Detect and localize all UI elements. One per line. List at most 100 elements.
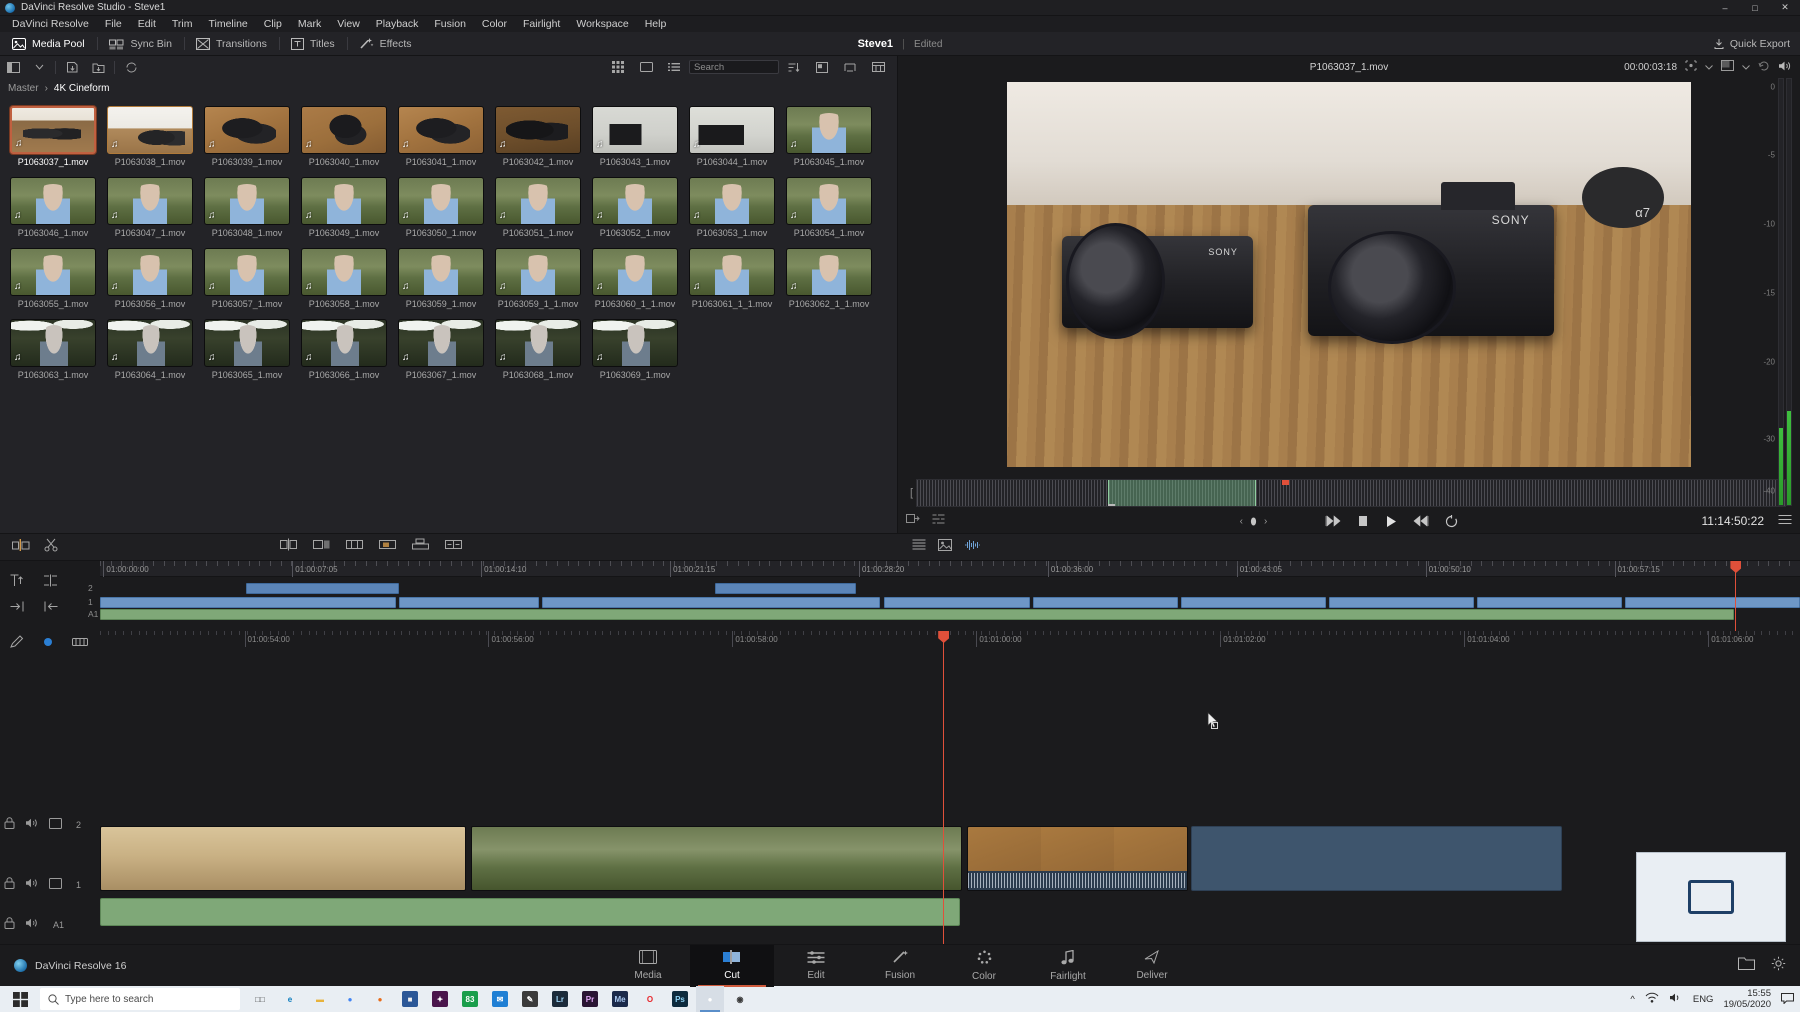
media-pool-clip[interactable]: ♫P1063066_1.mov bbox=[301, 319, 387, 380]
taskbar-obs-icon[interactable]: ◉ bbox=[726, 986, 754, 1012]
overview-clip-v1[interactable] bbox=[1181, 597, 1326, 608]
waveform-selection[interactable] bbox=[1108, 480, 1256, 506]
media-pool-clip[interactable]: ♫P1063067_1.mov bbox=[398, 319, 484, 380]
prev-icon[interactable] bbox=[1325, 515, 1341, 527]
menu-item-playback[interactable]: Playback bbox=[368, 16, 427, 32]
timeline-overview-strip[interactable]: 01:00:00:0001:00:07:0501:00:14:1001:00:2… bbox=[100, 561, 1800, 631]
clip-thumbnail[interactable]: ♫ bbox=[592, 319, 678, 367]
language-indicator[interactable]: ENG bbox=[1693, 994, 1714, 1005]
media-pool-clip[interactable]: ♫P1063053_1.mov bbox=[689, 177, 775, 238]
timeline-empty-clip[interactable] bbox=[1191, 826, 1562, 891]
overview-clip-v1[interactable] bbox=[1477, 597, 1622, 608]
clip-thumbnail[interactable]: ♫ bbox=[204, 248, 290, 296]
overview-playhead[interactable] bbox=[1735, 561, 1736, 631]
viewer-mode-icon[interactable] bbox=[1721, 60, 1734, 74]
taskbar-opera-icon[interactable]: O bbox=[636, 986, 664, 1012]
play-icon[interactable] bbox=[1385, 515, 1397, 528]
loop-icon[interactable] bbox=[1445, 515, 1458, 528]
breadcrumb-item-master[interactable]: Master bbox=[8, 83, 39, 94]
clip-thumbnail[interactable]: ♫ bbox=[204, 106, 290, 154]
page-tab-fusion[interactable]: Fusion bbox=[858, 945, 942, 987]
menu-item-file[interactable]: File bbox=[97, 16, 130, 32]
timeline-audio-clip[interactable] bbox=[100, 898, 960, 926]
network-icon[interactable] bbox=[1645, 992, 1659, 1006]
smart-insert-icon[interactable] bbox=[12, 538, 30, 557]
media-pool-clip[interactable]: ♫P1063062_1_1.mov bbox=[786, 248, 872, 309]
place-on-top-button[interactable] bbox=[412, 538, 429, 556]
notification-icon[interactable] bbox=[1781, 992, 1794, 1007]
track-video-icon[interactable] bbox=[49, 876, 62, 894]
track-audio-icon[interactable] bbox=[25, 876, 39, 894]
toolbar-titles-button[interactable]: Titles bbox=[279, 32, 347, 55]
clip-thumbnail[interactable]: ♫ bbox=[10, 319, 96, 367]
timeline-clip[interactable] bbox=[471, 826, 962, 891]
menu-item-fairlight[interactable]: Fairlight bbox=[515, 16, 568, 32]
maximize-button[interactable]: □ bbox=[1740, 0, 1770, 15]
refresh-icon[interactable] bbox=[1758, 60, 1770, 75]
taskbar-notes-icon[interactable]: ■ bbox=[396, 986, 424, 1012]
taskbar-counter-icon[interactable]: 83 bbox=[456, 986, 484, 1012]
next-icon[interactable] bbox=[1413, 515, 1429, 527]
media-pool-clip[interactable]: ♫P1063064_1.mov bbox=[107, 319, 193, 380]
timeline-clip[interactable] bbox=[967, 826, 1188, 891]
page-tab-color[interactable]: Color bbox=[942, 945, 1026, 987]
taskbar-mail-icon[interactable]: ✉ bbox=[486, 986, 514, 1012]
track-audio-icon[interactable] bbox=[25, 816, 39, 834]
clip-thumbnail[interactable]: ♫ bbox=[495, 106, 581, 154]
timeline-snapping-icon[interactable] bbox=[72, 635, 88, 653]
taskbar-media-encoder-icon[interactable]: Me bbox=[606, 986, 634, 1012]
track-lock-icon[interactable] bbox=[4, 816, 15, 834]
menu-item-help[interactable]: Help bbox=[637, 16, 675, 32]
marker-flag-icon[interactable] bbox=[42, 635, 54, 653]
thumbnail-toggle-icon[interactable] bbox=[938, 538, 952, 556]
stop-icon[interactable] bbox=[1357, 515, 1369, 527]
clip-thumbnail[interactable]: ♫ bbox=[301, 248, 387, 296]
media-pool-clip[interactable]: ♫P1063050_1.mov bbox=[398, 177, 484, 238]
menu-item-clip[interactable]: Clip bbox=[256, 16, 290, 32]
overview-clip-a1[interactable] bbox=[100, 609, 1734, 620]
trim-out-icon[interactable] bbox=[43, 600, 58, 618]
clip-thumbnail[interactable]: ♫ bbox=[398, 248, 484, 296]
track-lock-icon[interactable] bbox=[4, 876, 15, 894]
close-up-button[interactable] bbox=[379, 538, 396, 556]
source-overwrite-button[interactable] bbox=[445, 538, 462, 556]
menu-item-view[interactable]: View bbox=[329, 16, 368, 32]
taskbar-premiere-icon[interactable]: Pr bbox=[576, 986, 604, 1012]
media-pool-clip[interactable]: ♫P1063048_1.mov bbox=[204, 177, 290, 238]
floating-preview-window[interactable] bbox=[1636, 852, 1786, 942]
volume-icon[interactable] bbox=[1778, 60, 1792, 75]
overview-clip-v1[interactable] bbox=[884, 597, 1030, 608]
breadcrumb-item-4k-cineform[interactable]: 4K Cineform bbox=[54, 83, 110, 94]
overview-clip-v2[interactable] bbox=[246, 583, 399, 594]
search-input[interactable]: Search bbox=[689, 60, 779, 74]
media-pool-clip[interactable]: ♫P1063065_1.mov bbox=[204, 319, 290, 380]
toolbar-sync-bin-button[interactable]: Sync Bin bbox=[97, 32, 184, 55]
clip-thumbnail[interactable]: ♫ bbox=[398, 319, 484, 367]
overview-clip-v1[interactable] bbox=[1329, 597, 1474, 608]
track-lock-icon[interactable] bbox=[4, 916, 15, 934]
media-pool-clip[interactable]: ♫P1063060_1_1.mov bbox=[592, 248, 678, 309]
clip-thumbnail[interactable]: ♫ bbox=[495, 177, 581, 225]
sort-icon[interactable] bbox=[781, 56, 807, 78]
timeline-view-toggle-icon[interactable] bbox=[912, 538, 926, 556]
media-pool-clip[interactable]: ♫P1063037_1.mov bbox=[10, 106, 96, 167]
options-menu-icon[interactable] bbox=[1778, 512, 1792, 530]
page-tab-media[interactable]: Media bbox=[606, 945, 690, 987]
media-pool-clip[interactable]: ♫P1063041_1.mov bbox=[398, 106, 484, 167]
marker-pen-icon[interactable] bbox=[10, 635, 24, 653]
taskbar-clock[interactable]: 15:55 19/05/2020 bbox=[1723, 988, 1771, 1010]
taskbar-lightroom-icon[interactable]: Lr bbox=[546, 986, 574, 1012]
sync-clips-icon[interactable] bbox=[118, 56, 144, 78]
taskbar-pen-icon[interactable]: ✎ bbox=[516, 986, 544, 1012]
timeline-detail-playhead[interactable] bbox=[943, 631, 944, 944]
clip-thumbnail[interactable]: ♫ bbox=[107, 106, 193, 154]
split-clip-icon[interactable] bbox=[43, 574, 58, 592]
media-pool-clip[interactable]: ♫P1063059_1_1.mov bbox=[495, 248, 581, 309]
clip-thumbnail[interactable]: ♫ bbox=[689, 106, 775, 154]
media-pool-clip[interactable]: ♫P1063051_1.mov bbox=[495, 177, 581, 238]
taskbar-chrome-icon[interactable]: ● bbox=[336, 986, 364, 1012]
media-pool-clip[interactable]: ♫P1063063_1.mov bbox=[10, 319, 96, 380]
media-pool-clip[interactable]: ♫P1063068_1.mov bbox=[495, 319, 581, 380]
menu-item-mark[interactable]: Mark bbox=[290, 16, 329, 32]
viewer-mode-chevron-icon[interactable] bbox=[1742, 62, 1750, 73]
